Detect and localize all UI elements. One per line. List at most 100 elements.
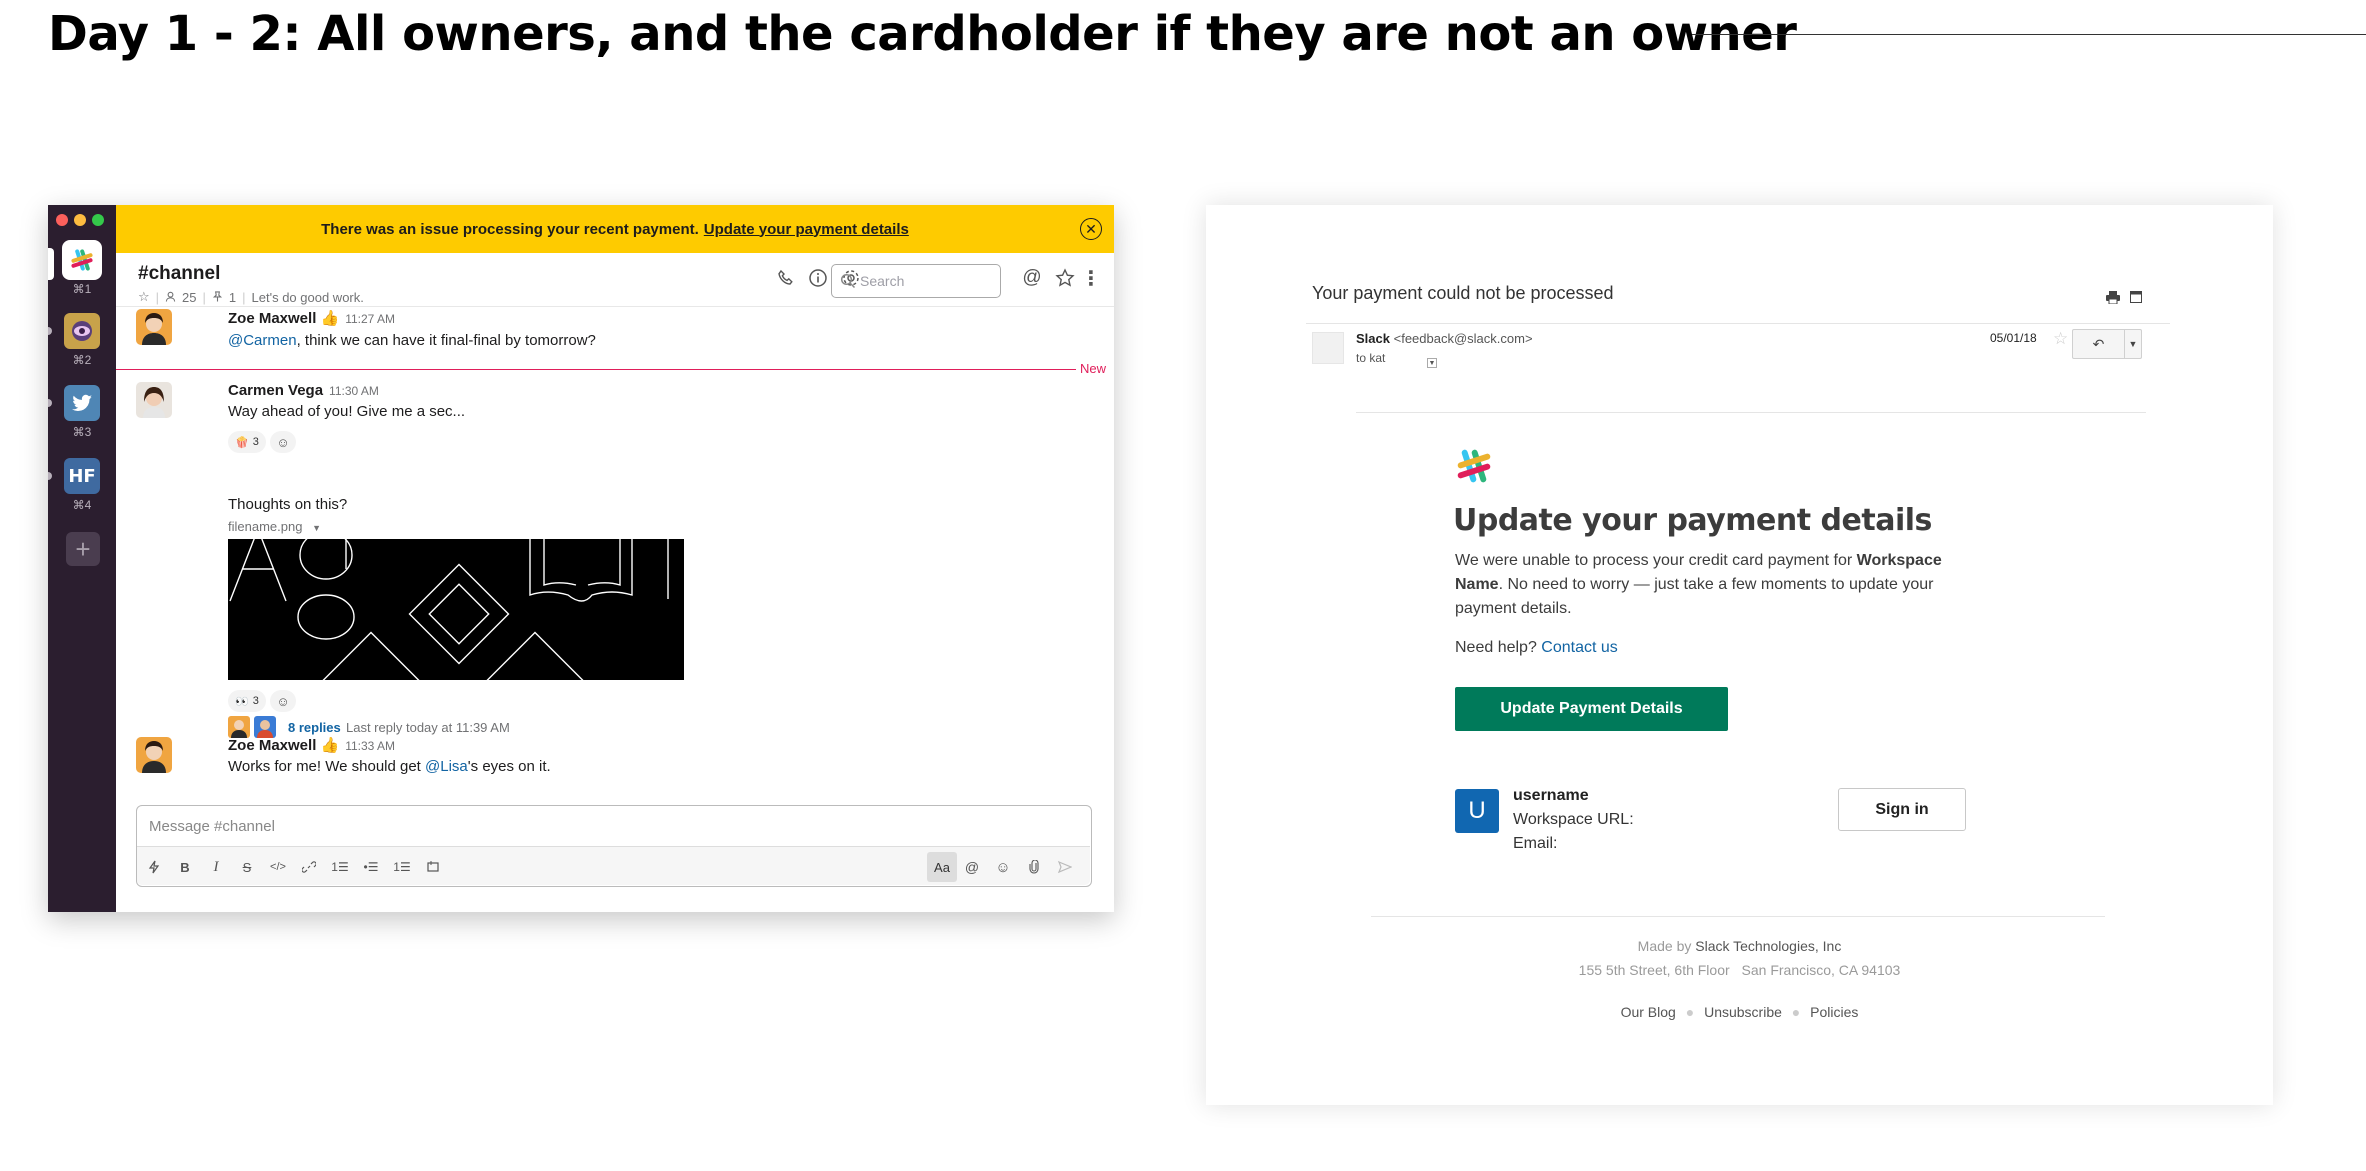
email-recipient: to kat xyxy=(1356,351,1386,365)
members-icon[interactable] xyxy=(165,290,176,305)
shortcuts-bolt-icon[interactable] xyxy=(143,856,165,878)
info-icon[interactable] xyxy=(807,267,829,289)
footer-link-unsubscribe[interactable]: Unsubscribe xyxy=(1704,1004,1782,1020)
email-divider xyxy=(1356,412,2146,413)
email-title: Update your payment details xyxy=(1453,503,1932,538)
mentions-icon[interactable]: @ xyxy=(1021,267,1043,289)
email-divider xyxy=(1306,323,2170,324)
strikethrough-icon[interactable]: S xyxy=(236,856,258,878)
star-icon[interactable]: ☆ xyxy=(138,289,150,305)
message-author[interactable]: Carmen Vega 11:30 AM xyxy=(228,382,379,399)
star-outline-icon[interactable] xyxy=(1054,267,1076,289)
mention-link[interactable]: @Lisa xyxy=(425,758,468,775)
update-payment-button[interactable]: Update Payment Details xyxy=(1455,687,1728,731)
avatar[interactable] xyxy=(136,737,172,773)
workspace-item-1[interactable]: ⌘1 xyxy=(48,242,116,314)
message-time[interactable]: 11:27 AM xyxy=(345,312,395,326)
member-count[interactable]: 25 xyxy=(182,290,196,305)
author-name[interactable]: Zoe Maxwell 👍 xyxy=(228,737,339,754)
workspace-hf-icon: HF xyxy=(64,458,100,494)
formatting-toolbar: B I S </> 1☰ •☰ 1☰ Aa @ ☺ xyxy=(137,846,1090,885)
workspace-item-4[interactable]: HF ⌘4 xyxy=(48,458,116,530)
search-input[interactable]: Search xyxy=(831,264,1001,298)
active-workspace-indicator xyxy=(48,248,54,280)
email-sender[interactable]: Slack <feedback@slack.com> xyxy=(1356,331,1533,346)
workspace-item-2[interactable]: ⌘2 xyxy=(48,313,116,385)
bulleted-list-icon[interactable]: •☰ xyxy=(360,856,382,878)
popcorn-emoji: 🍿 xyxy=(235,436,249,449)
banner-close-icon[interactable]: ✕ xyxy=(1080,218,1102,240)
email-actions xyxy=(2106,291,2142,307)
email-date: 05/01/18 xyxy=(1990,331,2037,345)
avatar[interactable] xyxy=(136,309,172,345)
message-time[interactable]: 11:30 AM xyxy=(329,384,379,398)
message-composer[interactable]: Message #channel B I S </> 1☰ •☰ 1☰ Aa @… xyxy=(136,805,1092,887)
thread-replies-link[interactable]: 8 replies xyxy=(288,720,341,735)
link-icon[interactable] xyxy=(298,856,320,878)
emoji-icon[interactable]: ☺ xyxy=(992,856,1014,878)
workspace-item-3[interactable]: ⌘3 xyxy=(48,385,116,457)
sender-name[interactable]: Slack xyxy=(1356,331,1390,346)
caret-down-icon[interactable]: ▼ xyxy=(312,523,321,533)
thread-participant-avatar[interactable] xyxy=(228,716,250,738)
message-body: 's eyes on it. xyxy=(467,758,551,775)
author-name[interactable]: Zoe Maxwell 👍 xyxy=(228,310,339,327)
email-preview: Your payment could not be processed Slac… xyxy=(1206,205,2273,1105)
italic-icon[interactable]: I xyxy=(205,856,227,878)
pinned-count[interactable]: 1 xyxy=(229,290,236,305)
reaction-popcorn[interactable]: 🍿 3 xyxy=(228,431,266,453)
sender-avatar xyxy=(1312,332,1344,364)
more-options-icon[interactable]: ▼ xyxy=(2125,330,2141,358)
footer-link-policies[interactable]: Policies xyxy=(1810,1004,1858,1020)
user-avatar: U xyxy=(1455,789,1499,833)
formatting-toggle-button[interactable]: Aa xyxy=(927,852,957,882)
workspace-shortcut: ⌘3 xyxy=(72,425,92,439)
pin-icon[interactable] xyxy=(212,290,223,305)
file-name[interactable]: filename.png ▼ xyxy=(228,519,321,534)
slack-window: ⌘1 ⌘2 ⌘3 HF ⌘4 + There was an issue proc… xyxy=(48,205,1114,912)
channel-topic[interactable]: Let's do good work. xyxy=(252,290,364,305)
sender-address[interactable]: <feedback@slack.com> xyxy=(1394,331,1533,346)
mention-link[interactable]: @Carmen xyxy=(228,332,297,349)
avatar[interactable] xyxy=(136,382,172,418)
reply-icon[interactable]: ↶ xyxy=(2073,330,2125,358)
star-icon[interactable]: ☆ xyxy=(2053,329,2068,349)
file-name-text[interactable]: filename.png xyxy=(228,519,302,534)
message-author[interactable]: Zoe Maxwell 👍 11:33 AM xyxy=(228,736,395,754)
recipient-details-icon[interactable]: ▼ xyxy=(1427,358,1437,368)
image-attachment[interactable] xyxy=(228,539,684,680)
quote-block-icon[interactable] xyxy=(422,856,444,878)
phone-icon[interactable] xyxy=(775,267,797,289)
bold-icon[interactable]: B xyxy=(174,856,196,878)
add-reaction-icon[interactable]: ☺ xyxy=(270,431,296,453)
message-time[interactable]: 11:33 AM xyxy=(345,739,395,753)
last-reply-text: Last reply today at 11:39 AM xyxy=(346,720,510,735)
footer-link-blog[interactable]: Our Blog xyxy=(1621,1004,1676,1020)
print-icon[interactable] xyxy=(2106,291,2120,307)
more-vertical-icon[interactable]: ⋮ xyxy=(1080,267,1102,290)
numbered-list-icon[interactable]: 1☰ xyxy=(391,856,413,878)
channel-name[interactable]: #channel xyxy=(138,263,220,285)
made-by-text: Made by xyxy=(1637,938,1692,954)
contact-us-link[interactable]: Contact us xyxy=(1541,639,1617,656)
banner-update-link[interactable]: Update your payment details xyxy=(704,221,909,238)
message-input-placeholder[interactable]: Message #channel xyxy=(149,818,275,835)
body-text: . No need to worry — just take a few mom… xyxy=(1455,576,1934,617)
window-close-button[interactable] xyxy=(56,214,68,226)
window-minimize-button[interactable] xyxy=(74,214,86,226)
send-icon[interactable] xyxy=(1054,856,1076,878)
ordered-list-icon[interactable]: 1☰ xyxy=(329,856,351,878)
add-workspace-button[interactable]: + xyxy=(66,532,100,566)
code-icon[interactable]: </> xyxy=(267,856,289,878)
new-window-icon[interactable] xyxy=(2130,291,2142,307)
username: username xyxy=(1513,787,1589,804)
sign-in-button[interactable]: Sign in xyxy=(1838,788,1966,831)
add-reaction-icon[interactable]: ☺ xyxy=(270,690,296,712)
thread-participant-avatar[interactable] xyxy=(254,716,276,738)
attachment-icon[interactable] xyxy=(1023,856,1045,878)
author-name[interactable]: Carmen Vega xyxy=(228,382,323,399)
mention-icon[interactable]: @ xyxy=(961,856,983,878)
window-zoom-button[interactable] xyxy=(92,214,104,226)
reaction-eyes[interactable]: 👀 3 xyxy=(228,690,266,712)
message-author[interactable]: Zoe Maxwell 👍 11:27 AM xyxy=(228,309,395,327)
